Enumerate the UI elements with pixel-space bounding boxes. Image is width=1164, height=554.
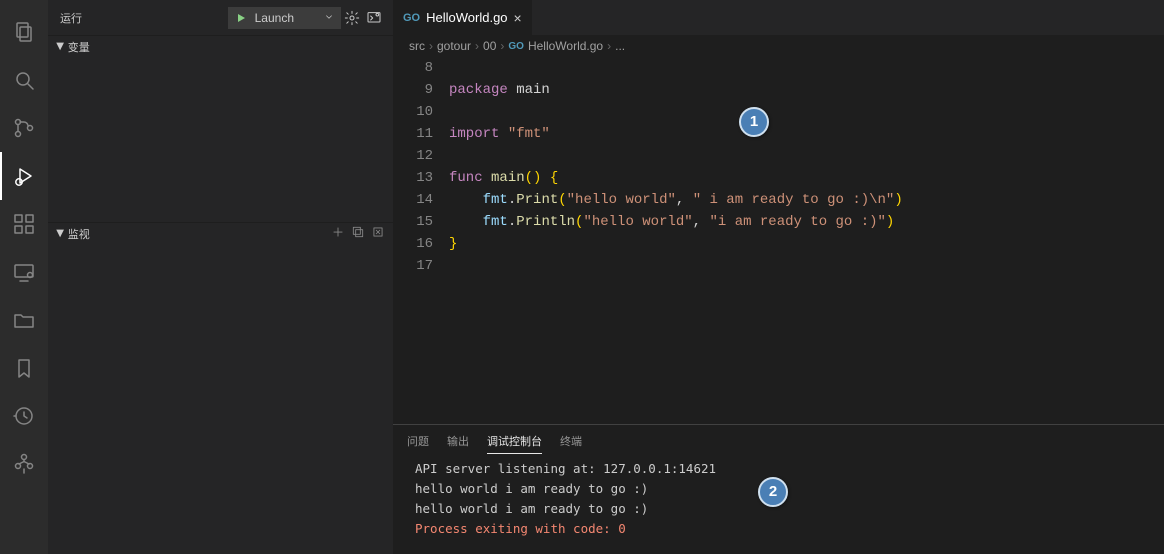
line-gutter: 8 9 10 11 12 13 14 15 16 17 (393, 57, 449, 424)
go-file-icon: GO (508, 41, 524, 52)
code-line: package main (449, 79, 1164, 101)
gear-icon[interactable] (341, 7, 363, 29)
line-number: 12 (393, 145, 433, 167)
run-label: 运行 (60, 10, 82, 26)
remote-icon[interactable] (0, 248, 48, 296)
annotation-2: 2 (758, 477, 788, 507)
activity-bar (0, 0, 48, 554)
line-number: 9 (393, 79, 433, 101)
debug-icon[interactable] (0, 152, 48, 200)
code-line: import "fmt" (449, 123, 1164, 145)
chevron-down-icon: ▶ (54, 230, 65, 238)
code-line (449, 145, 1164, 167)
debug-actions: 运行 Launch (48, 0, 393, 35)
debug-sidebar: 运行 Launch ▶ 变量 ▶ 监视 (48, 0, 393, 554)
breadcrumb-item[interactable]: ... (615, 39, 625, 53)
variables-title: 变量 (68, 39, 90, 55)
close-all-icon[interactable] (371, 225, 385, 242)
line-number: 14 (393, 189, 433, 211)
tab-problems[interactable]: 问题 (407, 429, 429, 453)
console-exit-line: Process exiting with code: 0 (415, 519, 1142, 539)
breadcrumb-item[interactable]: gotour (437, 39, 471, 53)
line-number: 17 (393, 255, 433, 277)
chevron-right-icon: › (607, 39, 611, 53)
line-number: 16 (393, 233, 433, 255)
watch-body (48, 244, 393, 554)
bottom-panel: 问题 输出 调试控制台 终端 API server listening at: … (393, 424, 1164, 554)
tab-debug-console[interactable]: 调试控制台 (487, 429, 542, 454)
code-line: fmt.Println("hello world", "i am ready t… (449, 211, 1164, 233)
chevron-right-icon: › (429, 39, 433, 53)
code-line (449, 255, 1164, 277)
code-content[interactable]: package main import "fmt" func main() { … (449, 57, 1164, 424)
line-number: 10 (393, 101, 433, 123)
extensions-icon[interactable] (0, 200, 48, 248)
tab-helloworld[interactable]: GO HelloWorld.go × (393, 0, 533, 35)
chevron-right-icon: › (500, 39, 504, 53)
go-file-icon: GO (403, 12, 420, 24)
code-line (449, 57, 1164, 79)
breadcrumb-item[interactable]: HelloWorld.go (528, 39, 603, 53)
breadcrumb[interactable]: src › gotour › 00 › GO HelloWorld.go › ... (393, 35, 1164, 57)
bookmark-icon[interactable] (0, 344, 48, 392)
tree-icon[interactable] (0, 440, 48, 488)
console-line: API server listening at: 127.0.0.1:14621 (415, 459, 1142, 479)
add-icon[interactable] (331, 225, 345, 242)
line-number: 15 (393, 211, 433, 233)
watch-title: 监视 (68, 226, 90, 242)
variables-section-header[interactable]: ▶ 变量 (48, 35, 393, 57)
code-line: } (449, 233, 1164, 255)
annotation-1: 1 (739, 107, 769, 137)
search-icon[interactable] (0, 56, 48, 104)
collapse-all-icon[interactable] (351, 225, 365, 242)
folder-icon[interactable] (0, 296, 48, 344)
line-number: 8 (393, 57, 433, 79)
chevron-right-icon: › (475, 39, 479, 53)
debug-console-icon[interactable] (363, 7, 385, 29)
chevron-down-icon (324, 10, 334, 25)
code-line: fmt.Print("hello world", " i am ready to… (449, 189, 1164, 211)
history-icon[interactable] (0, 392, 48, 440)
editor-area: GO HelloWorld.go × src › gotour › 00 › GO H… (393, 0, 1164, 554)
launch-config-select[interactable]: Launch (228, 7, 341, 29)
code-line (449, 101, 1164, 123)
breadcrumb-item[interactable]: src (409, 39, 425, 53)
panel-tabs: 问题 输出 调试控制台 终端 (393, 425, 1164, 457)
play-icon (235, 12, 247, 24)
watch-section-header[interactable]: ▶ 监视 (48, 222, 393, 244)
breadcrumb-item[interactable]: 00 (483, 39, 496, 53)
tab-terminal[interactable]: 终端 (560, 429, 582, 453)
chevron-down-icon: ▶ (54, 43, 65, 51)
files-icon[interactable] (0, 8, 48, 56)
debug-console-output[interactable]: API server listening at: 127.0.0.1:14621… (393, 457, 1164, 554)
scm-icon[interactable] (0, 104, 48, 152)
tab-output[interactable]: 输出 (447, 429, 469, 453)
editor-tab-bar: GO HelloWorld.go × (393, 0, 1164, 35)
line-number: 11 (393, 123, 433, 145)
variables-body (48, 57, 393, 222)
code-editor[interactable]: 8 9 10 11 12 13 14 15 16 17 package main… (393, 57, 1164, 424)
close-icon[interactable]: × (514, 10, 522, 26)
launch-config-name: Launch (251, 11, 320, 25)
tab-filename: HelloWorld.go (426, 10, 507, 25)
code-line: func main() { (449, 167, 1164, 189)
line-number: 13 (393, 167, 433, 189)
